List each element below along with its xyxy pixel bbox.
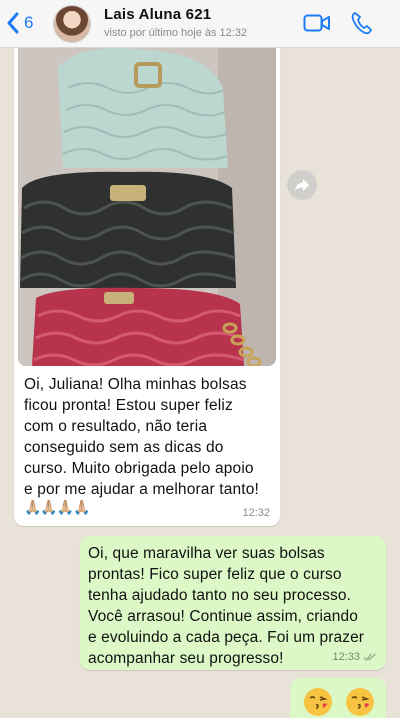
video-call-icon[interactable] xyxy=(303,13,331,33)
outgoing-emoji-bubble[interactable] xyxy=(290,678,386,718)
forward-icon xyxy=(295,179,309,191)
outgoing-message-time: 12:33 xyxy=(332,651,360,663)
phone-icon[interactable] xyxy=(350,11,372,35)
forward-button[interactable] xyxy=(287,170,317,200)
outgoing-message-bubble[interactable]: Oi, que maravilha ver suas bolsas pronta… xyxy=(80,536,386,670)
back-button[interactable]: 6 xyxy=(6,12,33,34)
praying-hands-emoji: 🙏🏼🙏🏼🙏🏼🙏🏼 xyxy=(24,499,91,515)
last-seen-status: visto por último hoje às 12:32 xyxy=(104,27,248,39)
incoming-message-time: 12:32 xyxy=(242,507,270,519)
avatar[interactable] xyxy=(53,5,91,43)
contact-name[interactable]: Lais Aluna 621 xyxy=(104,6,211,23)
chevron-left-icon xyxy=(7,12,19,34)
incoming-message-text: Oi, Juliana! Olha minhas bolsas ficou pr… xyxy=(24,376,259,498)
chat-area: Oi, Juliana! Olha minhas bolsas ficou pr… xyxy=(0,48,400,718)
incoming-message-bubble[interactable]: Oi, Juliana! Olha minhas bolsas ficou pr… xyxy=(14,48,280,526)
crochet-bags-image xyxy=(18,48,276,366)
kiss-emoji-icon xyxy=(346,688,374,716)
chat-header: 6 Lais Aluna 621 visto por último hoje à… xyxy=(0,0,400,48)
double-check-icon xyxy=(363,653,376,661)
kiss-emoji-icon xyxy=(304,688,332,716)
message-photo[interactable] xyxy=(18,48,276,366)
unread-count: 6 xyxy=(24,13,34,32)
